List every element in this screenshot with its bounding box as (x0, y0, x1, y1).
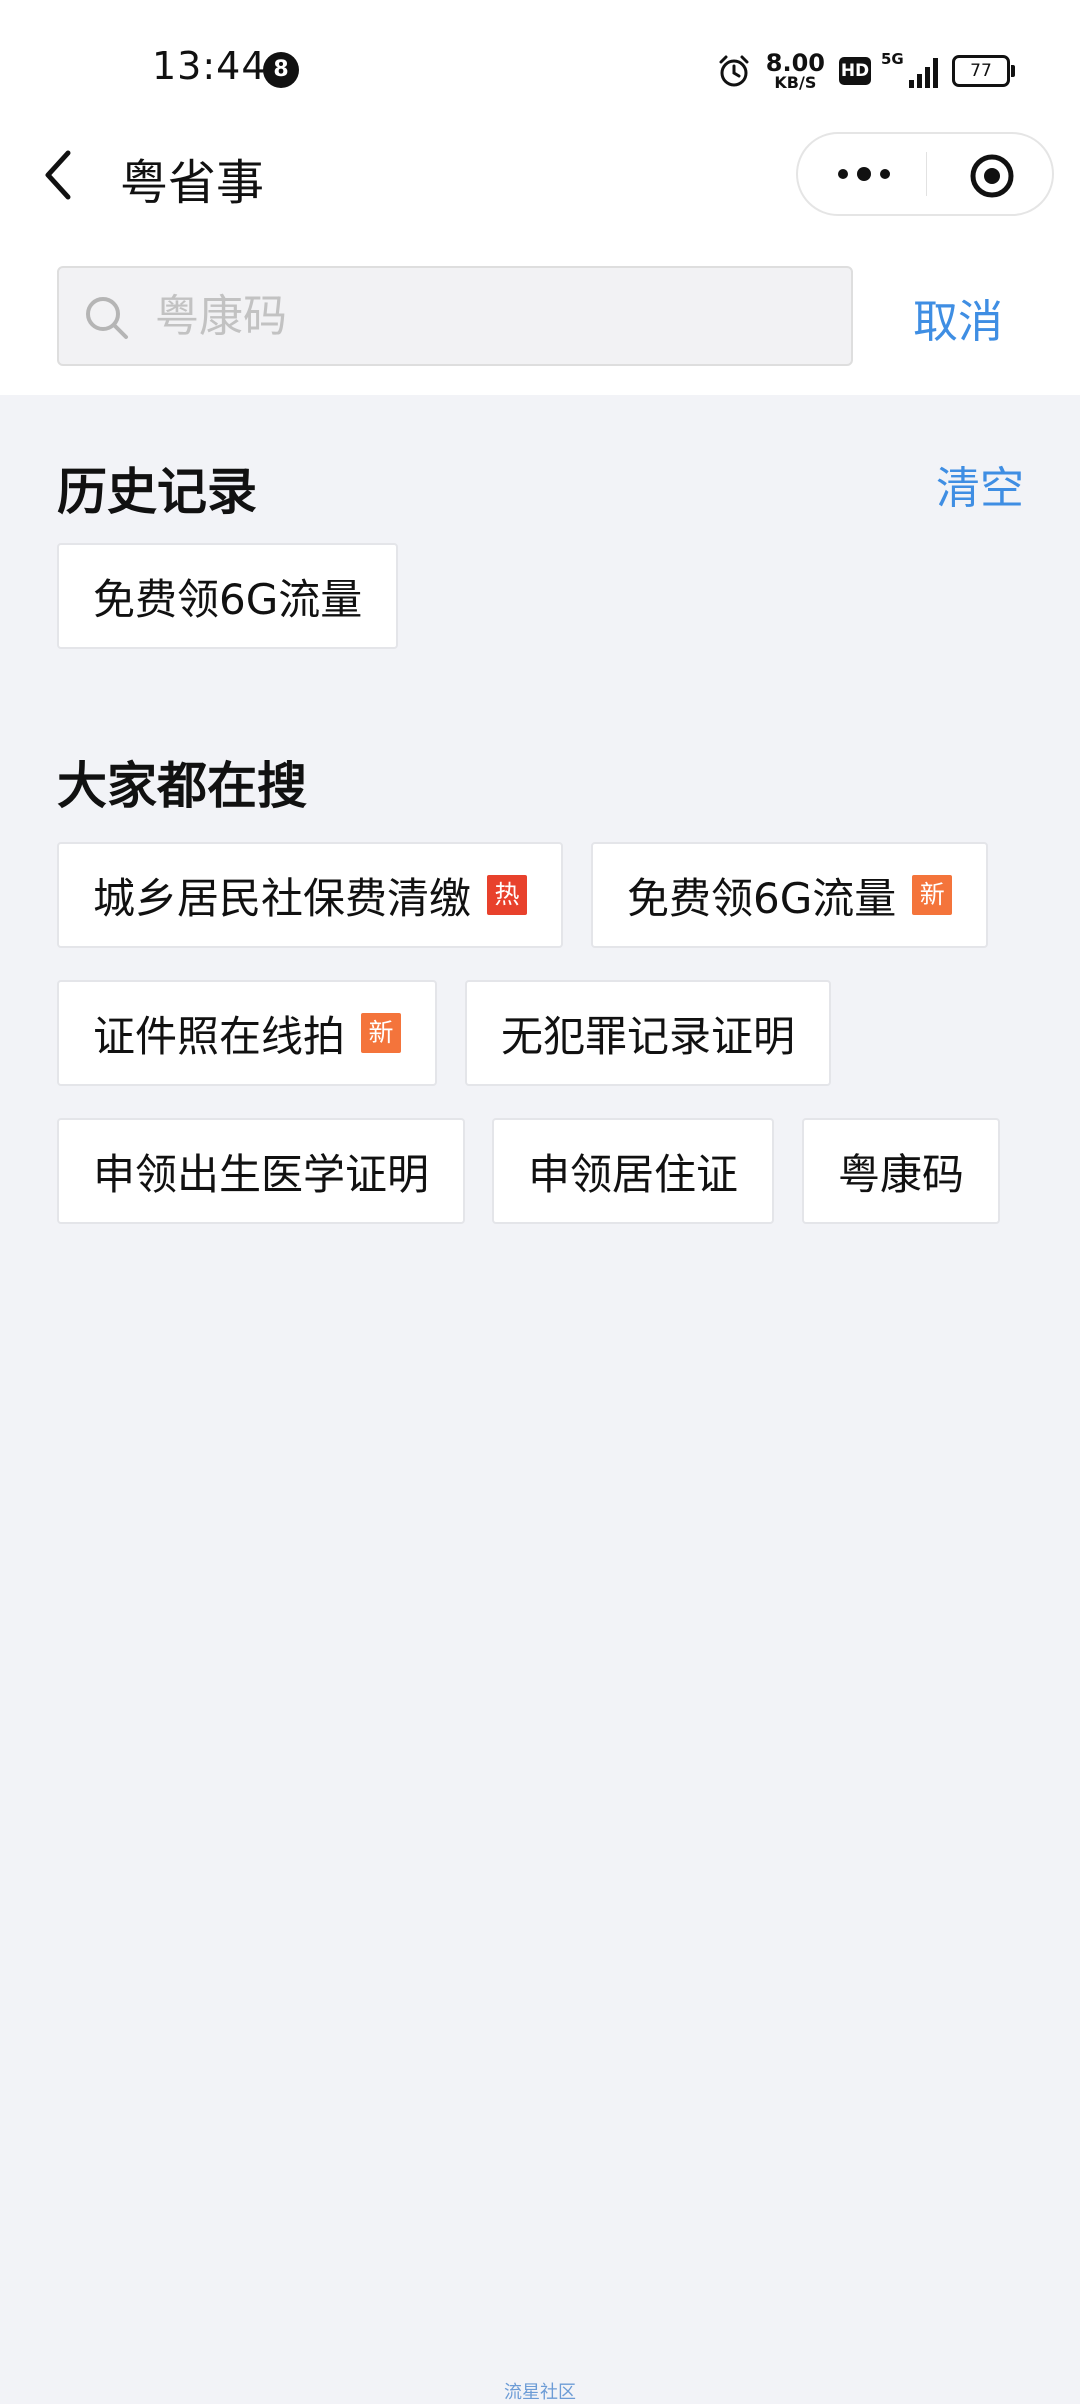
popular-search-label: 无犯罪记录证明 (501, 1011, 796, 1061)
page-title: 粤省事 (120, 155, 265, 211)
capsule-divider (926, 152, 927, 196)
popular-search-item[interactable]: 免费领6G流量 新 (591, 842, 989, 948)
search-bar[interactable] (57, 266, 853, 366)
new-badge: 新 (912, 875, 953, 915)
network-speed-unit: KB/S (774, 73, 817, 92)
new-badge: 新 (361, 1013, 402, 1053)
popular-search-item[interactable]: 城乡居民社保费清缴 热 (57, 842, 564, 948)
popular-search-label: 城乡居民社保费清缴 (93, 873, 472, 923)
status-icons: 8.00 KB/S HD 5G 77 (716, 48, 1015, 94)
popular-search-item[interactable]: 申领出生医学证明 (57, 1118, 466, 1224)
popular-search-label: 粤康码 (838, 1149, 965, 1199)
popular-search-item[interactable]: 证件照在线拍 新 (57, 980, 438, 1086)
status-time: 13:44 (152, 44, 267, 88)
popular-search-item[interactable]: 粤康码 (802, 1118, 1001, 1224)
battery-icon: 77 (952, 55, 1015, 87)
cellular-signal-icon: 5G (881, 50, 938, 88)
cancel-button[interactable]: 取消 (913, 285, 1003, 350)
popular-search-item[interactable]: 无犯罪记录证明 (465, 980, 832, 1086)
alarm-icon (719, 55, 749, 87)
network-type-label: 5G (881, 50, 904, 68)
popular-search-label: 证件照在线拍 (93, 1011, 346, 1061)
hd-icon: HD (839, 57, 871, 85)
network-speed-value: 8.00 (765, 49, 825, 77)
back-arrow-icon[interactable] (36, 145, 86, 205)
history-section-title: 历史记录 (57, 463, 257, 521)
notification-count-badge: 8 (263, 52, 299, 88)
mini-program-capsule (796, 132, 1054, 216)
clear-history-button[interactable]: 清空 (936, 452, 1024, 516)
status-bar: 13:44 8 8.00 KB/S HD 5G 77 (0, 0, 1080, 130)
popular-search-label: 申领居住证 (528, 1149, 739, 1199)
close-mini-program-icon[interactable] (968, 152, 1016, 200)
search-input[interactable] (155, 268, 835, 364)
hot-badge: 热 (487, 875, 528, 915)
search-icon (86, 297, 128, 339)
footer-watermark: 流星社区 (504, 2382, 576, 2403)
more-options-icon[interactable] (834, 162, 894, 186)
popular-search-label: 免费领6G流量 (627, 873, 897, 923)
popular-search-label: 申领出生医学证明 (93, 1149, 430, 1199)
popular-section-title: 大家都在搜 (57, 757, 307, 815)
network-speed: 8.00 KB/S (766, 51, 825, 91)
history-item[interactable]: 免费领6G流量 (57, 543, 399, 649)
popular-search-item[interactable]: 申领居住证 (492, 1118, 775, 1224)
history-item-label: 免费领6G流量 (93, 574, 363, 624)
